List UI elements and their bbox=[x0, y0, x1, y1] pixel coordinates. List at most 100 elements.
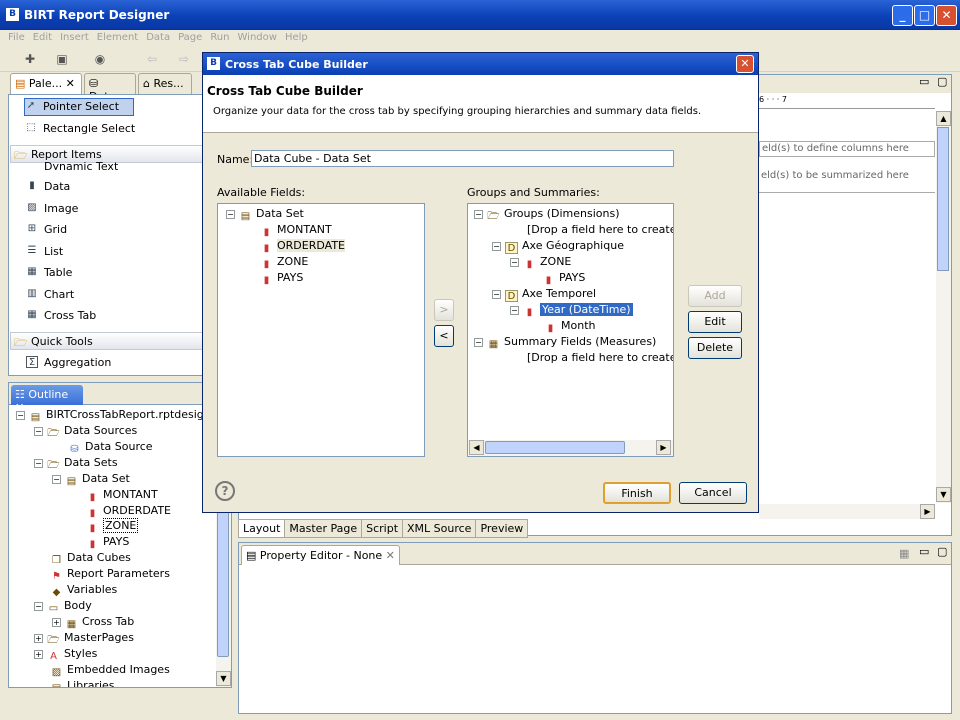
edit-button[interactable]: Edit bbox=[688, 311, 742, 333]
tab-preview[interactable]: Preview bbox=[475, 519, 529, 538]
tree-field-montant[interactable]: ▮ MONTANT bbox=[86, 488, 158, 504]
menu-insert[interactable]: Insert bbox=[60, 32, 89, 43]
property-minimize-icon[interactable]: ▭ bbox=[919, 545, 929, 558]
menu-page[interactable]: Page bbox=[178, 32, 202, 43]
available-data-set[interactable]: − ▤ Data Set bbox=[226, 207, 304, 223]
scroll-right-button[interactable]: ▶ bbox=[920, 504, 935, 519]
level-zone[interactable]: − ▮ ZONE bbox=[510, 255, 571, 271]
available-field-pays[interactable]: ▮ PAYS bbox=[260, 271, 304, 287]
palette-cross-tab[interactable]: ▦ Cross Tab bbox=[27, 309, 96, 322]
tree-cross-tab[interactable]: + ▦ Cross Tab bbox=[52, 615, 134, 631]
tree-embedded-images[interactable]: ▨ Embedded Images bbox=[50, 663, 170, 679]
back-icon[interactable]: ⇦ bbox=[144, 51, 160, 67]
summary-drop-area[interactable]: eld(s) to be summarized here bbox=[759, 167, 935, 193]
tree-body[interactable]: − ▭ Body bbox=[34, 599, 92, 615]
tree-field-pays[interactable]: ▮ PAYS bbox=[86, 535, 130, 551]
scroll-up-button[interactable]: ▲ bbox=[936, 111, 951, 126]
maximize-button[interactable]: □ bbox=[914, 5, 935, 26]
minimize-button[interactable]: _ bbox=[892, 5, 913, 26]
add-button[interactable]: Add bbox=[688, 285, 742, 307]
tab-master-page[interactable]: Master Page bbox=[284, 519, 363, 538]
quick-tools-header[interactable]: 🗁 Quick Tools bbox=[10, 332, 206, 350]
editor-minimize-icon[interactable]: ▭ bbox=[919, 75, 929, 88]
preview-globe-icon[interactable]: ◉ bbox=[92, 51, 108, 67]
property-maximize-icon[interactable]: ▢ bbox=[937, 545, 947, 558]
dimension-axe-temporel[interactable]: − D Axe Temporel bbox=[492, 287, 596, 302]
property-menu-icon[interactable]: ▦ bbox=[899, 547, 909, 560]
tab-palette[interactable]: ▤ Pale... ✕ bbox=[10, 73, 82, 95]
available-field-montant[interactable]: ▮ MONTANT bbox=[260, 223, 332, 239]
available-fields-tree[interactable]: − ▤ Data Set ▮ MONTANT ▮ ORDERDATE ▮ ZONE ▮ PA… bbox=[217, 203, 425, 457]
groups-hscroll[interactable]: ◀ ▶ bbox=[468, 440, 673, 456]
palette-pointer-select[interactable]: ➚ Pointer Select bbox=[27, 100, 119, 113]
tree-variables[interactable]: ◆ Variables bbox=[50, 583, 118, 599]
new-icon[interactable]: ✚ bbox=[22, 51, 38, 67]
tree-master-pages[interactable]: + 🗁 MasterPages bbox=[34, 631, 134, 647]
palette-dynamic-text[interactable]: abDynamic Text bbox=[44, 160, 118, 170]
groups-dimensions[interactable]: − 🗁 Groups (Dimensions) bbox=[474, 207, 620, 223]
tree-data-sources[interactable]: − 🗁 Data Sources bbox=[34, 424, 137, 440]
available-field-zone[interactable]: ▮ ZONE bbox=[260, 255, 309, 271]
tree-field-zone[interactable]: ▮ ZONE bbox=[86, 518, 139, 535]
tab-resource-explorer[interactable]: ⌂ Res... bbox=[138, 73, 192, 95]
close-icon[interactable]: ✕ bbox=[386, 549, 395, 562]
tab-script[interactable]: Script bbox=[361, 519, 404, 538]
tab-layout[interactable]: Layout bbox=[238, 519, 286, 538]
tree-report-parameters[interactable]: ⚑ Report Parameters bbox=[50, 567, 170, 583]
move-left-button[interactable]: < bbox=[434, 325, 454, 347]
name-field[interactable]: Data Cube - Data Set bbox=[251, 150, 674, 167]
dialog-close-button[interactable]: ✕ bbox=[736, 55, 754, 73]
editor-vscroll[interactable]: ▲ ▼ bbox=[936, 111, 951, 503]
move-right-button[interactable]: > bbox=[434, 299, 454, 321]
save-icon[interactable]: ▣ bbox=[54, 51, 70, 67]
tree-data-set[interactable]: − ▤ Data Set bbox=[52, 472, 130, 488]
palette-aggregation[interactable]: Σ Aggregation bbox=[26, 356, 111, 369]
tab-property-editor[interactable]: ▤ Property Editor - None ✕ bbox=[241, 545, 400, 565]
scroll-right-button[interactable]: ▶ bbox=[656, 440, 671, 455]
palette-chart[interactable]: ▥ Chart bbox=[27, 288, 74, 301]
finish-button[interactable]: Finish bbox=[603, 482, 671, 504]
editor-scroll-thumb[interactable] bbox=[937, 127, 949, 271]
scroll-down-button[interactable]: ▼ bbox=[936, 487, 951, 502]
menu-data[interactable]: Data bbox=[146, 32, 170, 43]
tree-styles[interactable]: + A Styles bbox=[34, 647, 97, 663]
dimension-axe-geographique[interactable]: − D Axe Géographique bbox=[492, 239, 624, 254]
tree-libraries[interactable]: ▤Libraries bbox=[50, 679, 115, 687]
tree-data-sets[interactable]: − 🗁 Data Sets bbox=[34, 456, 118, 472]
summary-fields[interactable]: − ▦ Summary Fields (Measures) bbox=[474, 335, 656, 351]
menu-edit[interactable]: Edit bbox=[33, 32, 52, 43]
level-year[interactable]: − ▮ Year (DateTime) bbox=[510, 303, 633, 319]
scroll-down-button[interactable]: ▼ bbox=[216, 671, 231, 686]
menu-file[interactable]: File bbox=[8, 32, 25, 43]
tab-data-explorer[interactable]: ⛁ Dat... bbox=[84, 73, 136, 103]
tree-data-source[interactable]: ⛁ Data Source bbox=[68, 440, 152, 456]
drop-group-target[interactable]: [Drop a field here to create a grou bbox=[527, 223, 673, 236]
palette-grid[interactable]: ⊞ Grid bbox=[28, 223, 67, 236]
tree-data-cubes[interactable]: ❒ Data Cubes bbox=[50, 551, 131, 567]
palette-rectangle-select[interactable]: ⬚ Rectangle Select bbox=[26, 122, 135, 135]
tab-xml-source[interactable]: XML Source bbox=[402, 519, 477, 538]
help-button[interactable]: ? bbox=[215, 481, 235, 501]
menu-run[interactable]: Run bbox=[210, 32, 229, 43]
available-field-orderdate[interactable]: ▮ ORDERDATE bbox=[260, 239, 345, 255]
groups-scroll-thumb[interactable] bbox=[485, 441, 625, 454]
level-pays[interactable]: ▮ PAYS bbox=[542, 271, 586, 287]
column-drop-area[interactable]: eld(s) to define columns here bbox=[759, 141, 935, 157]
close-button[interactable]: ✕ bbox=[936, 5, 957, 26]
menu-window[interactable]: Window bbox=[238, 32, 277, 43]
menu-help[interactable]: Help bbox=[285, 32, 308, 43]
palette-table[interactable]: ▦ Table bbox=[27, 266, 72, 279]
tab-outline[interactable]: ☷ Outline ✕ bbox=[11, 385, 83, 414]
menu-element[interactable]: Element bbox=[97, 32, 138, 43]
cancel-button[interactable]: Cancel bbox=[679, 482, 747, 504]
palette-list[interactable]: ☰ List bbox=[28, 245, 64, 258]
level-month[interactable]: ▮ Month bbox=[544, 319, 596, 335]
tree-root[interactable]: − ▤ BIRTCrossTabReport.rptdesign bbox=[16, 408, 211, 424]
delete-button[interactable]: Delete bbox=[688, 337, 742, 359]
editor-hscroll[interactable]: ▶ bbox=[759, 504, 935, 519]
groups-summaries-tree[interactable]: − 🗁 Groups (Dimensions) [Drop a field here… bbox=[467, 203, 674, 457]
palette-image[interactable]: ▨ Image bbox=[27, 202, 78, 215]
forward-icon[interactable]: ⇨ bbox=[176, 51, 192, 67]
scroll-left-button[interactable]: ◀ bbox=[469, 440, 484, 455]
drop-summary-target[interactable]: [Drop a field here to create a sumr bbox=[527, 351, 673, 364]
